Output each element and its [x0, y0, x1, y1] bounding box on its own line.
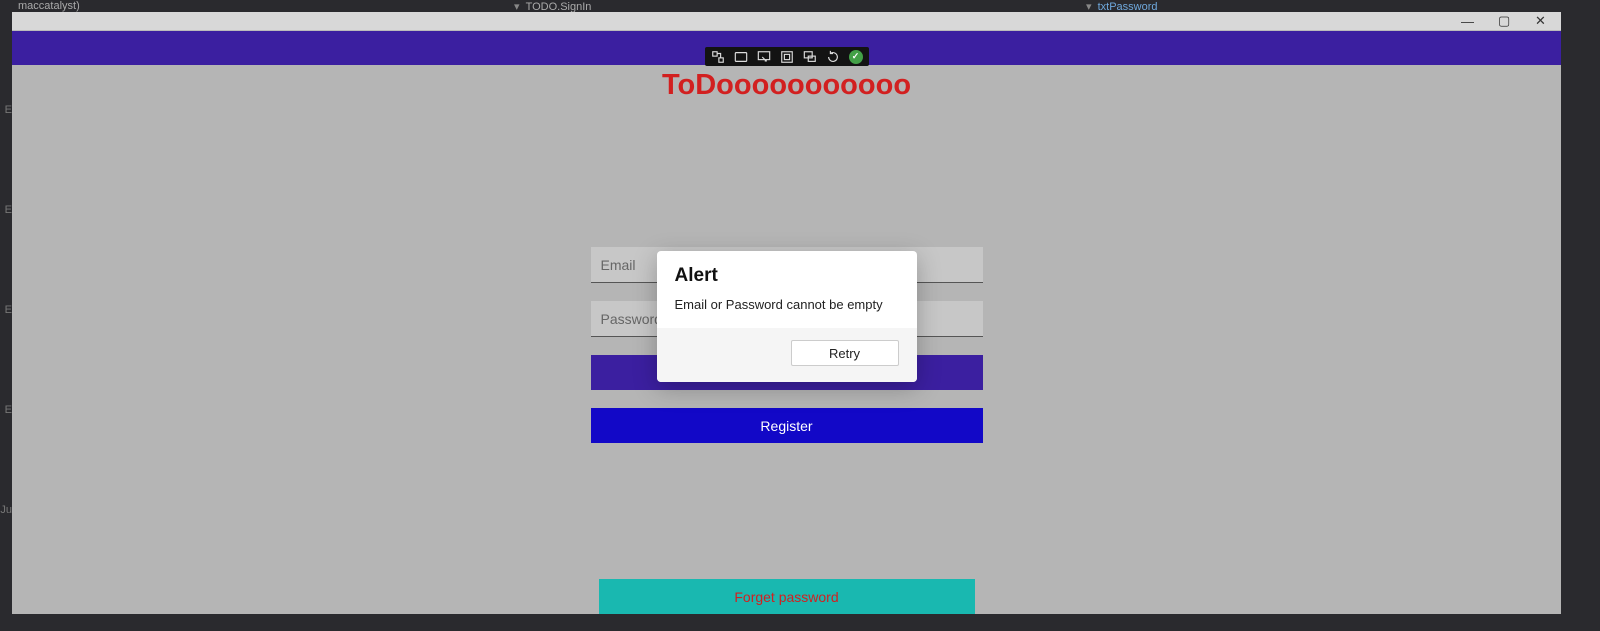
window-minimize-button[interactable]: — [1461, 12, 1473, 30]
alert-retry-button[interactable]: Retry [791, 340, 899, 366]
alert-message: Email or Password cannot be empty [675, 297, 899, 312]
debug-toolbar: ✓ [705, 47, 869, 66]
debug-layout-icon[interactable] [780, 50, 794, 64]
debug-select-element-icon[interactable] [757, 50, 771, 64]
alert-title: Alert [675, 265, 899, 287]
ide-tab-config: maccatalyst) [18, 0, 80, 12]
forget-password-button[interactable]: Forget password [599, 579, 975, 614]
alert-actions: Retry [657, 328, 917, 382]
debug-status-ok-icon[interactable]: ✓ [849, 50, 863, 64]
page-title: ToDooooooooooo [12, 69, 1561, 102]
debug-screenshot-icon[interactable] [734, 50, 748, 64]
window-maximize-button[interactable]: ▢ [1498, 12, 1510, 30]
debug-live-tree-icon[interactable] [711, 50, 725, 64]
app-surface: ToDooooooooooo ✓ [12, 31, 1561, 614]
window-close-button[interactable]: ✕ [1535, 12, 1547, 30]
debug-track-focus-icon[interactable] [803, 50, 817, 64]
register-button[interactable]: Register [591, 408, 983, 443]
app-window: — ▢ ✕ ToDooooooooooo [12, 12, 1561, 614]
alert-dialog: Alert Email or Password cannot be empty … [657, 251, 917, 382]
debug-hot-reload-icon[interactable] [826, 50, 840, 64]
ide-gutter: E E E E Ju [0, 60, 12, 560]
alert-body: Alert Email or Password cannot be empty [657, 251, 917, 328]
window-titlebar: — ▢ ✕ [12, 12, 1561, 31]
